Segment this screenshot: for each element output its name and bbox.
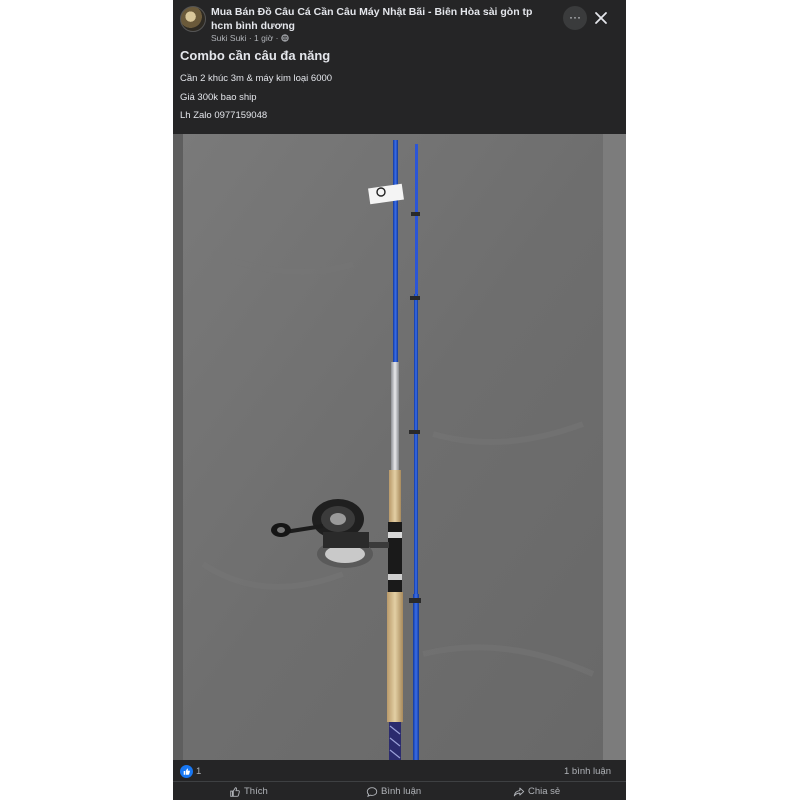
post-text-line: Cần 2 khúc 3m & máy kim loại 6000 (180, 73, 333, 84)
cloth-edge (603, 134, 626, 760)
close-button[interactable] (589, 6, 613, 30)
author-name[interactable]: Suki Suki (211, 33, 246, 43)
share-button[interactable]: Chia sẻ (513, 782, 583, 800)
cloth-edge (173, 134, 183, 760)
fishing-rod-photo (173, 134, 626, 760)
comment-label: Bình luận (381, 786, 422, 797)
post-text-line: Giá 300k bao ship (180, 92, 257, 103)
like-label: Thích (244, 786, 268, 797)
action-bar: Thích Bình luận Chia sẻ (173, 781, 626, 800)
globe-icon (281, 34, 289, 42)
post-header: Mua Bán Đồ Câu Cá Cần Câu Máy Nhật Bãi -… (173, 0, 626, 134)
post-title: Combo cần câu đa năng (180, 48, 331, 63)
more-options-button[interactable]: ··· (563, 6, 587, 30)
thumb-up-icon (230, 787, 240, 797)
share-icon (513, 787, 525, 797)
share-label: Chia sẻ (528, 786, 561, 797)
post-time[interactable]: 1 giờ (254, 33, 273, 43)
close-icon (595, 12, 607, 24)
post-footer: 1 1 bình luận Thích Bình luận Chia sẻ (173, 760, 626, 800)
like-count[interactable]: 1 (196, 766, 201, 777)
group-name[interactable]: Mua Bán Đồ Câu Cá Cần Câu Máy Nhật Bãi -… (211, 5, 551, 33)
post-meta: Suki Suki · 1 giờ · (211, 33, 289, 43)
post-photo[interactable] (173, 134, 626, 760)
like-badge-icon[interactable] (180, 765, 193, 778)
avatar[interactable] (180, 6, 206, 32)
more-icon: ··· (569, 10, 581, 24)
post-card: Mua Bán Đồ Câu Cá Cần Câu Máy Nhật Bãi -… (173, 0, 626, 800)
comment-button[interactable]: Bình luận (366, 782, 446, 800)
comment-count[interactable]: 1 bình luận (564, 766, 611, 777)
like-button[interactable]: Thích (229, 782, 289, 800)
post-text-line: Lh Zalo 0977159048 (180, 110, 268, 121)
comment-icon (366, 787, 378, 798)
